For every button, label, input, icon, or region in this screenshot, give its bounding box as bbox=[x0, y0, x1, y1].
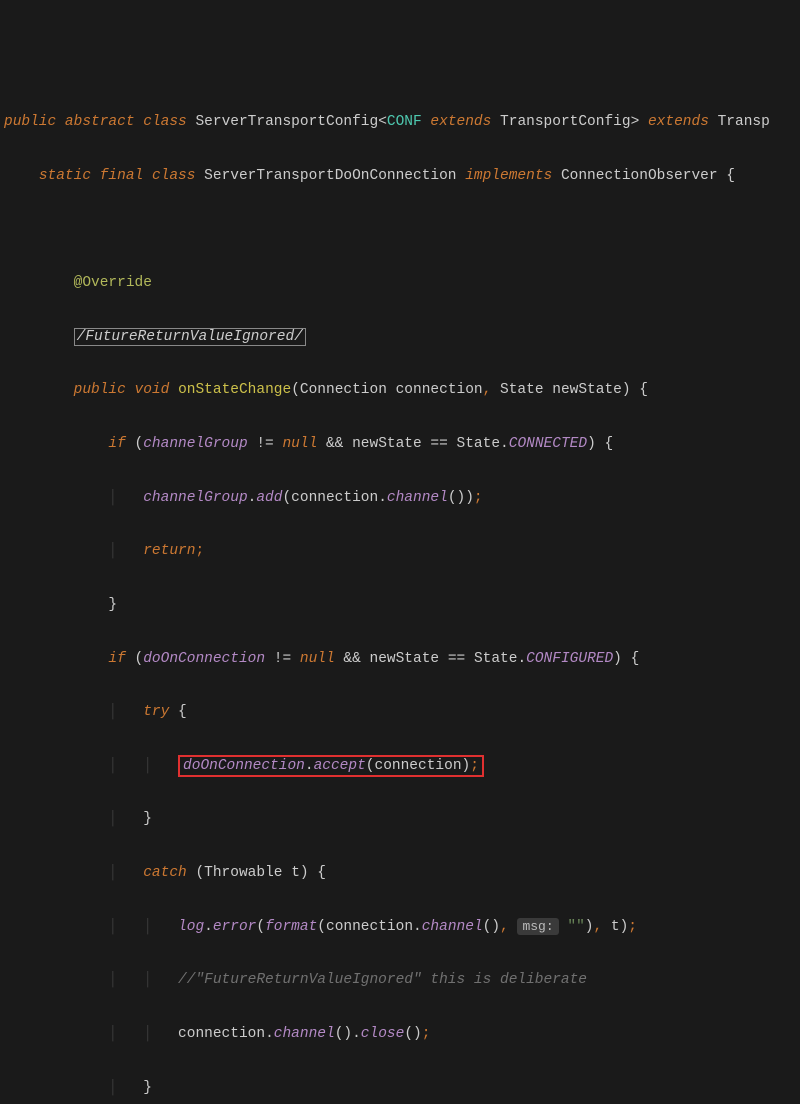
keyword-catch: catch bbox=[143, 865, 187, 881]
keyword-implements: implements bbox=[465, 168, 552, 184]
arg-conn: connection bbox=[326, 919, 413, 935]
keyword-class: class bbox=[143, 114, 187, 130]
enum-const: CONFIGURED bbox=[526, 651, 613, 667]
param-name: connection bbox=[396, 382, 483, 398]
keyword-if: if bbox=[108, 651, 125, 667]
keyword-final: final bbox=[100, 168, 144, 184]
method-call-2: channel bbox=[387, 490, 448, 506]
brace-close: } bbox=[108, 597, 117, 613]
code-line-13[interactable]: │ │ doOnConnection.accept(connection); bbox=[4, 753, 800, 780]
brace-open: { bbox=[639, 382, 648, 398]
keyword-null: null bbox=[300, 651, 335, 667]
code-line-blank[interactable] bbox=[4, 217, 800, 244]
inner-class-name: ServerTransportDoOnConnection bbox=[204, 168, 456, 184]
semicolon: ; bbox=[470, 758, 479, 774]
field-ref: doOnConnection bbox=[183, 758, 305, 774]
var-ref: newState bbox=[370, 651, 440, 667]
code-line-12[interactable]: │ try { bbox=[4, 699, 800, 726]
field-ref: channelGroup bbox=[143, 436, 247, 452]
method-call: add bbox=[256, 490, 282, 506]
field-ref: channelGroup bbox=[143, 490, 247, 506]
generic-param: CONF bbox=[387, 114, 422, 130]
suppressed-warning-box: /FutureReturnValueIgnored/ bbox=[74, 328, 306, 346]
keyword-public: public bbox=[4, 114, 56, 130]
arg-t: t bbox=[611, 919, 620, 935]
enum-type: State bbox=[457, 436, 501, 452]
operator-ne: != bbox=[274, 651, 291, 667]
exception-var: t bbox=[291, 865, 300, 881]
code-line-18[interactable]: │ │ connection.channel().close(); bbox=[4, 1021, 800, 1048]
keyword-class: class bbox=[152, 168, 196, 184]
code-line-17[interactable]: │ │ //"FutureReturnValueIgnored" this is… bbox=[4, 967, 800, 994]
keyword-return: return bbox=[143, 543, 195, 559]
method-channel: channel bbox=[422, 919, 483, 935]
interface-name: ConnectionObserver bbox=[561, 168, 718, 184]
keyword-try: try bbox=[143, 704, 169, 720]
var-conn: connection bbox=[178, 1026, 265, 1042]
brace-open: { bbox=[178, 704, 187, 720]
code-line-8[interactable]: │ channelGroup.add(connection.channel())… bbox=[4, 485, 800, 512]
operator-ne: != bbox=[256, 436, 273, 452]
param-type: Connection bbox=[300, 382, 387, 398]
field-ref: doOnConnection bbox=[143, 651, 265, 667]
highlighted-region: doOnConnection.accept(connection); bbox=[178, 755, 484, 777]
code-line-10[interactable]: } bbox=[4, 592, 800, 619]
var-ref: newState bbox=[352, 436, 422, 452]
exception-type: Throwable bbox=[204, 865, 282, 881]
brace-close: } bbox=[143, 1080, 152, 1096]
brace-open: { bbox=[604, 436, 613, 452]
operator-and: && bbox=[326, 436, 343, 452]
semicolon: ; bbox=[195, 543, 204, 559]
generic-bound: TransportConfig bbox=[500, 114, 631, 130]
keyword-void: void bbox=[135, 382, 170, 398]
brace-open: { bbox=[726, 168, 735, 184]
comment: //"FutureReturnValueIgnored" this is del… bbox=[178, 972, 587, 988]
angle-close: > bbox=[631, 114, 640, 130]
arg: connection bbox=[375, 758, 462, 774]
brace-close: } bbox=[143, 811, 152, 827]
super-type: Transp bbox=[718, 114, 770, 130]
keyword-static: static bbox=[39, 168, 91, 184]
code-line-1[interactable]: public abstract class ServerTransportCon… bbox=[4, 109, 800, 136]
method-error: error bbox=[213, 919, 257, 935]
code-line-16[interactable]: │ │ log.error(format(connection.channel(… bbox=[4, 914, 800, 941]
code-line-15[interactable]: │ catch (Throwable t) { bbox=[4, 860, 800, 887]
enum-const: CONNECTED bbox=[509, 436, 587, 452]
keyword-null: null bbox=[282, 436, 317, 452]
annotation-override: @Override bbox=[74, 275, 152, 291]
code-line-11[interactable]: if (doOnConnection != null && newState =… bbox=[4, 646, 800, 673]
string-literal: "" bbox=[567, 919, 584, 935]
method-format: format bbox=[265, 919, 317, 935]
code-line-2[interactable]: static final class ServerTransportDoOnCo… bbox=[4, 163, 800, 190]
method-call: accept bbox=[314, 758, 366, 774]
log-field: log bbox=[178, 919, 204, 935]
enum-type: State bbox=[474, 651, 518, 667]
operator-and: && bbox=[343, 651, 360, 667]
param-name-2: newState bbox=[552, 382, 622, 398]
code-line-19[interactable]: │ } bbox=[4, 1075, 800, 1102]
keyword-abstract: abstract bbox=[65, 114, 135, 130]
code-line-5[interactable]: /FutureReturnValueIgnored/ bbox=[4, 324, 800, 351]
method-name: onStateChange bbox=[178, 382, 291, 398]
code-line-6[interactable]: public void onStateChange(Connection con… bbox=[4, 377, 800, 404]
operator-eq: == bbox=[430, 436, 447, 452]
method-close: close bbox=[361, 1026, 405, 1042]
class-name: ServerTransportConfig bbox=[195, 114, 378, 130]
keyword-if: if bbox=[108, 436, 125, 452]
code-line-4[interactable]: @Override bbox=[4, 270, 800, 297]
keyword-extends-2: extends bbox=[648, 114, 709, 130]
param-hint: msg: bbox=[517, 918, 558, 935]
code-line-14[interactable]: │ } bbox=[4, 806, 800, 833]
keyword-extends: extends bbox=[430, 114, 491, 130]
param-type-2: State bbox=[500, 382, 544, 398]
code-line-7[interactable]: if (channelGroup != null && newState == … bbox=[4, 431, 800, 458]
operator-eq: == bbox=[448, 651, 465, 667]
brace-open: { bbox=[631, 651, 640, 667]
keyword-public: public bbox=[74, 382, 126, 398]
brace-open: { bbox=[317, 865, 326, 881]
arg: connection bbox=[291, 490, 378, 506]
method-channel: channel bbox=[274, 1026, 335, 1042]
angle-open: < bbox=[378, 114, 387, 130]
